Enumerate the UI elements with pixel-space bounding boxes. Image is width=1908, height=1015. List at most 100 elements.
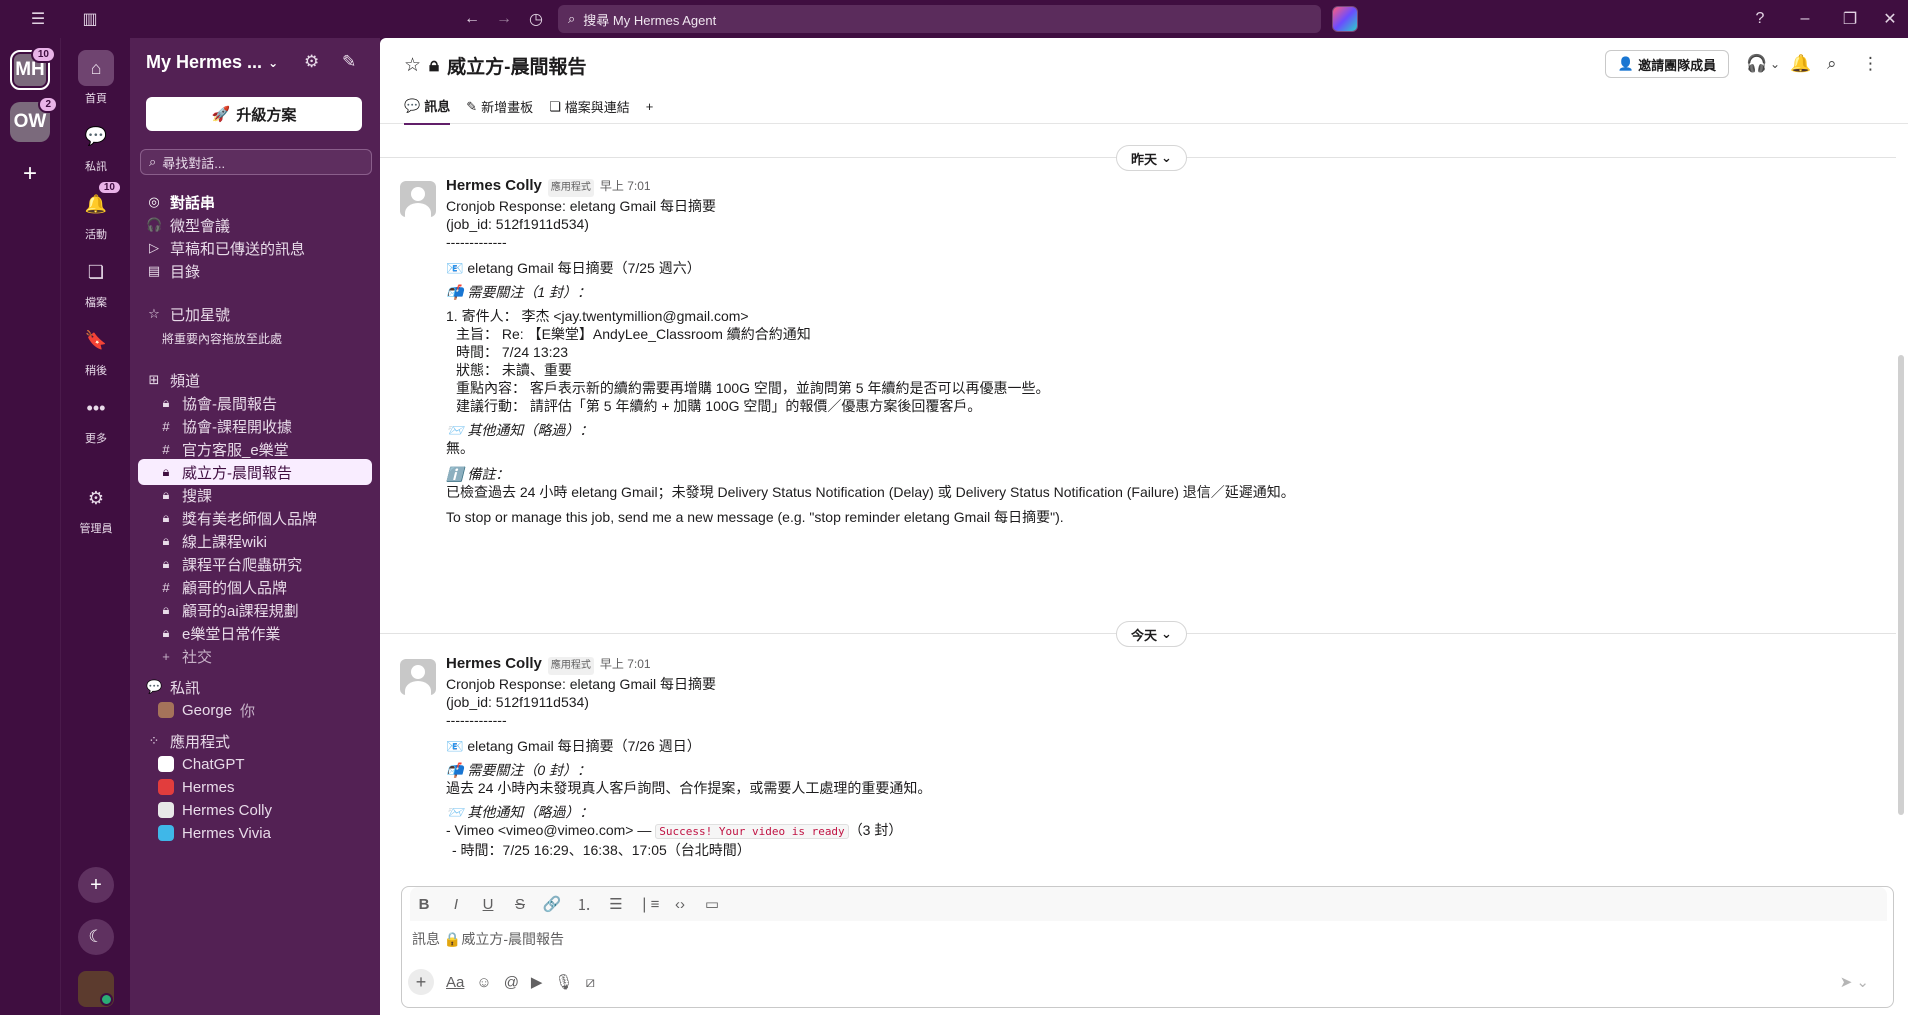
ordered-list-icon[interactable]: ⒈	[574, 894, 594, 915]
chevron-down-icon: ⌄	[1161, 150, 1172, 165]
user-avatar[interactable]	[78, 971, 114, 1007]
hash-icon: #	[162, 441, 170, 457]
add-workspace-icon[interactable]: +	[10, 154, 50, 194]
dark-mode-icon[interactable]: ☾	[78, 919, 114, 955]
bell-icon: 🔔 10	[78, 182, 120, 222]
lock-icon: 🔒︎	[162, 625, 170, 640]
more-vertical-icon[interactable]: ⋮	[1862, 54, 1879, 74]
back-icon[interactable]: ←	[460, 7, 484, 31]
workspace-mh[interactable]: MH 10	[10, 46, 56, 90]
files-icon: ❏	[87, 261, 105, 282]
code-block-icon[interactable]: ▭	[702, 895, 722, 913]
attach-plus-icon[interactable]: +	[408, 969, 434, 995]
huddle-headphones-icon[interactable]: 🎧	[1746, 54, 1767, 74]
bold-icon[interactable]: B	[414, 896, 434, 913]
message-line: 已檢查過去 24 小時 eletang Gmail；未發現 Delivery S…	[446, 484, 1295, 500]
nav-saved[interactable]: 🔖 稍後	[61, 322, 131, 378]
app-item-hermes-vivia[interactable]: Hermes Vivia	[138, 820, 372, 846]
message-author[interactable]: Hermes Colly	[446, 655, 542, 673]
code-icon[interactable]: ‹›	[670, 896, 690, 913]
day-pill-yesterday[interactable]: 昨天 ⌄	[1116, 145, 1187, 171]
link-icon[interactable]: 🔗	[542, 895, 562, 913]
mention-icon[interactable]: @	[504, 974, 519, 991]
strikethrough-icon[interactable]: S	[510, 896, 530, 913]
tab-canvas[interactable]: ✎ 新增畫板	[466, 96, 533, 125]
channel-name: 獎有美老師個人品牌	[182, 510, 318, 528]
shortcut-icon[interactable]: ⧄	[586, 974, 596, 991]
video-icon[interactable]: ▶	[531, 973, 543, 991]
upgrade-button[interactable]: 🚀 升級方案	[146, 97, 362, 131]
tab-files[interactable]: ❏ 檔案與連結	[549, 96, 630, 125]
upgrade-label: 升級方案	[236, 106, 297, 124]
create-new-icon[interactable]: +	[78, 867, 114, 903]
tab-label: 檔案與連結	[564, 100, 630, 115]
dm-user-name: George	[182, 701, 233, 719]
nav-admin[interactable]: ⚙ 管理員	[61, 480, 131, 536]
settings-gear-icon[interactable]: ⚙	[304, 52, 319, 72]
forward-icon[interactable]: →	[492, 7, 516, 31]
bullet-list-icon[interactable]: ☰	[606, 895, 626, 913]
invite-members-button[interactable]: 👤 邀請團隊成員	[1605, 50, 1729, 78]
channel-title[interactable]: ☆ 🔒︎ 威立方-晨間報告	[404, 52, 586, 79]
sidebar-item-directory[interactable]: ▤ 目錄	[138, 258, 372, 284]
workspace-menu[interactable]: My Hermes ... ⌄	[146, 52, 278, 73]
notification-bell-icon[interactable]: 🔔	[1790, 54, 1811, 74]
day-pill-today[interactable]: 今天 ⌄	[1116, 621, 1187, 647]
workspace-ow[interactable]: OW 2	[10, 96, 58, 142]
message-input[interactable]: 訊息 🔒威立方-晨間報告	[412, 929, 564, 949]
history-icon[interactable]: ◷	[524, 7, 548, 31]
bot-avatar[interactable]	[400, 181, 436, 217]
microphone-icon[interactable]: 🎙	[554, 973, 573, 991]
app-name: Hermes	[182, 778, 235, 796]
sidebar-toggle-icon[interactable]: ▥	[78, 7, 102, 31]
nav-more[interactable]: ••• 更多	[61, 390, 131, 446]
find-icon: ⌕	[149, 154, 157, 169]
message-time[interactable]: 早上 7:01	[600, 655, 651, 673]
nav-home[interactable]: ⌂ 首頁	[61, 50, 131, 106]
send-icon[interactable]: ➤ ⌄	[1840, 973, 1869, 991]
dm-item-george[interactable]: George 你	[138, 697, 372, 723]
nav-dms[interactable]: 💬 私訊	[61, 118, 131, 174]
bot-avatar[interactable]	[400, 659, 436, 695]
starred-section[interactable]: ☆ 已加星號	[138, 301, 372, 327]
nav-files[interactable]: ❏ 檔案	[61, 254, 131, 310]
nav-files-label: 檔案	[85, 297, 107, 309]
help-icon[interactable]: ?	[1748, 7, 1772, 31]
hermes-icon	[158, 779, 174, 795]
sidebar-item-label: 微型會議	[170, 217, 231, 235]
close-icon[interactable]: ✕	[1878, 7, 1902, 31]
chatgpt-icon	[158, 756, 174, 772]
inline-code: Success! Your video is ready	[655, 824, 849, 839]
add-tab-button[interactable]: +	[646, 96, 654, 125]
maximize-icon[interactable]: ❐	[1838, 7, 1862, 31]
formatting-toggle[interactable]: Aa	[446, 974, 464, 991]
message-time[interactable]: 早上 7:01	[600, 177, 651, 195]
channels-icon: ⊞	[148, 372, 160, 387]
message-author[interactable]: Hermes Colly	[446, 177, 542, 195]
top-bar: ☰ ▥ ← → ◷ ⌕ 搜尋 My Hermes Agent ? – ❐ ✕	[0, 0, 1908, 38]
minimize-icon[interactable]: –	[1793, 7, 1817, 31]
hermes-vivia-icon	[158, 825, 174, 841]
feed-scrollbar[interactable]	[1898, 355, 1904, 815]
tab-messages[interactable]: 💬 訊息	[404, 96, 451, 125]
add-channel-button[interactable]: + 社交	[138, 643, 372, 669]
italic-icon[interactable]: I	[446, 896, 466, 913]
search-bar[interactable]: ⌕ 搜尋 My Hermes Agent	[558, 5, 1321, 33]
find-conversation-input[interactable]: ⌕ 尋找對話...	[140, 149, 372, 175]
underline-icon[interactable]: U	[478, 896, 498, 913]
channel-name: 線上課程wiki	[182, 533, 267, 551]
search-icon[interactable]: ⌕	[1827, 54, 1837, 74]
star-outline-icon[interactable]: ☆	[404, 54, 421, 77]
nav-activity[interactable]: 🔔 10 活動	[61, 182, 131, 242]
message-feed: 昨天 ⌄ Hermes Colly 應用程式 早上 7:01 Cronjob Re…	[380, 125, 1908, 885]
message-line: 重點內容： 客戶表示新的續約需要再增購 100G 空間，並詢問第 5 年續約是否…	[456, 380, 1050, 396]
message-line: 無。	[446, 440, 474, 456]
emoji-icon[interactable]: ☺	[476, 974, 491, 991]
blockquote-icon[interactable]: ❘≡	[638, 895, 659, 913]
app-avatar-icon[interactable]	[1332, 6, 1358, 32]
hamburger-icon[interactable]: ☰	[26, 7, 50, 31]
channel-tabs: 💬 訊息 ✎ 新增畫板 ❏ 檔案與連結 +	[404, 96, 653, 125]
lock-icon: 🔒︎	[162, 464, 170, 479]
chevron-down-icon[interactable]: ⌄	[1770, 57, 1780, 71]
compose-icon[interactable]: ✎	[342, 52, 356, 72]
